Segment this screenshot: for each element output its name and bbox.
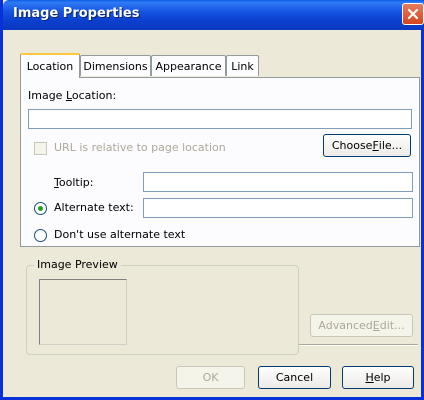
help-button[interactable]: Help bbox=[342, 366, 414, 389]
radio-selected-dot bbox=[38, 206, 43, 211]
alternate-text-radio[interactable] bbox=[34, 202, 47, 215]
tab-dimensions[interactable]: Dimensions bbox=[80, 55, 151, 76]
window-title: Image Properties bbox=[13, 6, 140, 21]
image-preview-group: Image Preview bbox=[26, 258, 299, 355]
tab-location-label: Location bbox=[26, 60, 74, 73]
tooltip-input[interactable] bbox=[143, 172, 413, 192]
choose-file-button[interactable]: Choose File... bbox=[323, 134, 411, 157]
cancel-button[interactable]: Cancel bbox=[258, 366, 331, 389]
url-relative-label: URL is relative to page location bbox=[54, 141, 226, 154]
advanced-edit-button[interactable]: Advanced Edit... bbox=[310, 314, 413, 337]
alternate-text-label: Alternate text: bbox=[54, 201, 134, 214]
tab-location[interactable]: Location bbox=[20, 53, 80, 78]
ok-button[interactable]: OK bbox=[176, 366, 245, 389]
image-preview-label: Image Preview bbox=[34, 258, 121, 271]
no-alternate-text-radio[interactable] bbox=[34, 229, 47, 242]
location-panel: Image Location: URL is relative to page … bbox=[20, 77, 420, 247]
title-bar[interactable]: Image Properties bbox=[3, 0, 424, 30]
url-relative-checkbox[interactable] bbox=[34, 142, 47, 155]
tab-appearance-label: Appearance bbox=[155, 59, 222, 73]
no-alternate-text-label: Don't use alternate text bbox=[54, 228, 186, 241]
alternate-text-input[interactable] bbox=[143, 198, 413, 218]
tab-link[interactable]: Link bbox=[226, 55, 259, 76]
close-button[interactable] bbox=[402, 3, 424, 25]
image-preview-box bbox=[39, 279, 127, 345]
tooltip-label: Tooltip: bbox=[54, 176, 94, 189]
separator-line bbox=[299, 344, 418, 346]
tab-appearance[interactable]: Appearance bbox=[151, 55, 226, 76]
tab-link-label: Link bbox=[231, 59, 254, 73]
image-properties-dialog: Image Properties Location Dimensions App… bbox=[0, 0, 424, 400]
close-icon bbox=[407, 8, 419, 20]
image-location-input[interactable] bbox=[28, 109, 412, 129]
tab-dimensions-label: Dimensions bbox=[83, 59, 148, 73]
image-location-label: Image Location: bbox=[28, 89, 117, 102]
